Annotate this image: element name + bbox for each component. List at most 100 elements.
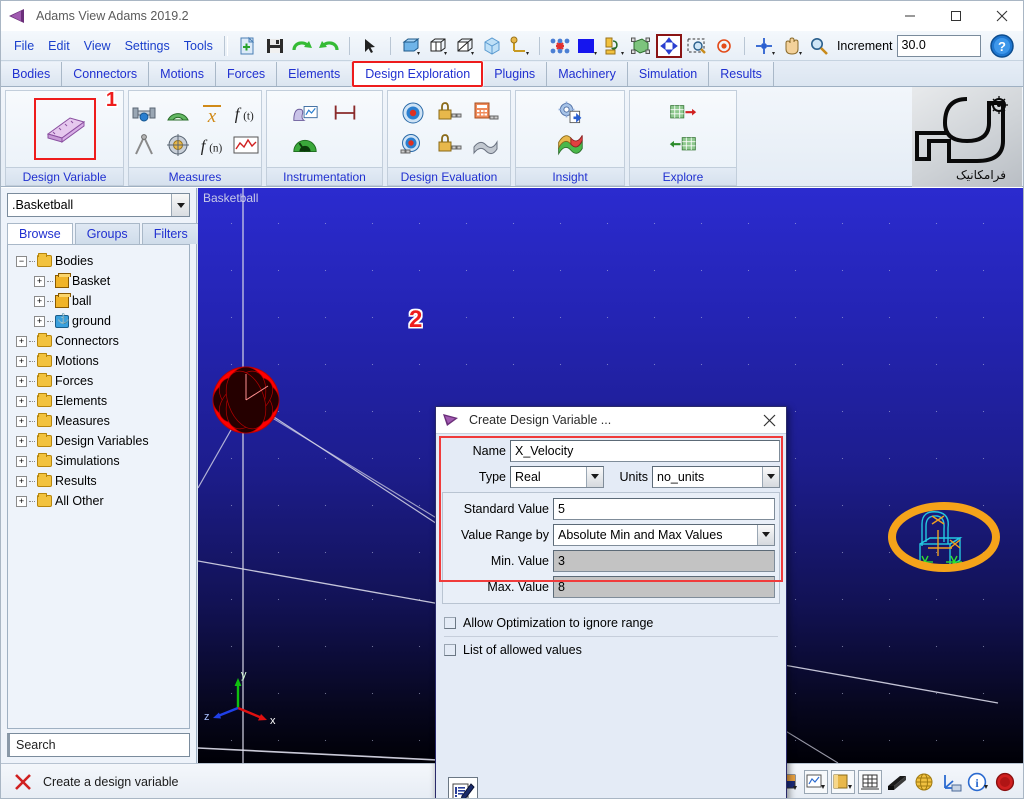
zoom-box-icon[interactable] bbox=[685, 34, 709, 58]
max-value-input[interactable]: 8 bbox=[553, 575, 775, 598]
expand-icon[interactable]: + bbox=[16, 335, 27, 347]
increment-input[interactable]: 30.0 bbox=[896, 34, 981, 57]
tab-elements[interactable]: Elements bbox=[277, 62, 353, 86]
maximize-button[interactable] bbox=[933, 1, 979, 31]
model-tree[interactable]: − Bodies + Basket + ball + gr bbox=[7, 244, 190, 729]
collapse-icon[interactable]: − bbox=[16, 255, 27, 267]
axes-icon[interactable] bbox=[939, 770, 963, 794]
expand-icon[interactable]: + bbox=[16, 375, 27, 387]
design-of-experiments-icon[interactable] bbox=[435, 99, 463, 127]
expand-icon[interactable]: + bbox=[16, 415, 27, 427]
tree-item-forces[interactable]: + Forces bbox=[12, 371, 189, 391]
redo-icon[interactable] bbox=[290, 34, 314, 58]
tree-item-basket[interactable]: + Basket bbox=[12, 271, 189, 291]
tree-item-simulations[interactable]: + Simulations bbox=[12, 451, 189, 471]
standard-value-input[interactable]: 5 bbox=[553, 497, 775, 520]
plot-icon[interactable] bbox=[804, 770, 828, 794]
insight-response-surface-icon[interactable] bbox=[556, 131, 584, 159]
tab-bodies[interactable]: Bodies bbox=[1, 62, 63, 86]
panel-icon[interactable] bbox=[831, 770, 855, 794]
new-file-icon[interactable] bbox=[236, 34, 260, 58]
insight-export-icon[interactable] bbox=[556, 99, 584, 127]
tree-item-all-other[interactable]: + All Other bbox=[12, 491, 189, 511]
tab-connectors[interactable]: Connectors bbox=[62, 62, 150, 86]
chevron-down-icon[interactable] bbox=[171, 194, 189, 216]
undo-icon[interactable] bbox=[317, 34, 341, 58]
list-allowed-values-checkbox[interactable] bbox=[444, 644, 456, 656]
design-lock-icon[interactable] bbox=[435, 131, 463, 159]
menu-item-settings[interactable]: Settings bbox=[118, 36, 177, 56]
measure-span-icon[interactable] bbox=[331, 99, 359, 127]
tab-plugins[interactable]: Plugins bbox=[483, 62, 548, 86]
tab-motions[interactable]: Motions bbox=[149, 62, 216, 86]
menu-item-tools[interactable]: Tools bbox=[177, 36, 220, 56]
minimize-button[interactable] bbox=[887, 1, 933, 31]
design-calculator-icon[interactable] bbox=[471, 99, 499, 127]
tree-item-measures[interactable]: + Measures bbox=[12, 411, 189, 431]
list-allowed-values-row[interactable]: List of allowed values bbox=[436, 643, 786, 657]
view-iso-icon[interactable] bbox=[453, 34, 477, 58]
view-wireframe-icon[interactable] bbox=[426, 34, 450, 58]
expand-icon[interactable]: + bbox=[34, 315, 45, 327]
allow-optimization-row[interactable]: Allow Optimization to ignore range bbox=[436, 610, 786, 630]
gauge-icon[interactable] bbox=[291, 131, 319, 159]
group-select-icon[interactable] bbox=[629, 34, 653, 58]
min-value-input[interactable]: 3 bbox=[553, 549, 775, 572]
close-button[interactable] bbox=[979, 1, 1023, 31]
measure-point-icon[interactable] bbox=[130, 99, 158, 127]
tab-simulation[interactable]: Simulation bbox=[627, 62, 710, 86]
select-arrow-icon[interactable] bbox=[358, 34, 382, 58]
expand-icon[interactable]: + bbox=[16, 495, 27, 507]
tree-item-ground[interactable]: + ground bbox=[12, 311, 189, 331]
expand-icon[interactable]: + bbox=[16, 395, 27, 407]
tree-item-bodies[interactable]: − Bodies bbox=[12, 251, 189, 271]
menu-item-edit[interactable]: Edit bbox=[41, 36, 77, 56]
search-input[interactable]: Search bbox=[7, 733, 190, 757]
units-select[interactable]: no_units bbox=[652, 465, 780, 488]
name-input[interactable]: X_Velocity bbox=[510, 439, 780, 462]
measure-plot-icon[interactable] bbox=[232, 131, 260, 159]
tree-item-connectors[interactable]: + Connectors bbox=[12, 331, 189, 351]
pan-hand-icon[interactable] bbox=[780, 34, 804, 58]
tree-item-motions[interactable]: + Motions bbox=[12, 351, 189, 371]
design-variable-button[interactable] bbox=[33, 98, 96, 160]
grid-table-icon[interactable] bbox=[858, 770, 882, 794]
tab-filters[interactable]: Filters bbox=[141, 223, 200, 244]
design-study-icon[interactable] bbox=[399, 99, 427, 127]
measure-orientation-icon[interactable] bbox=[164, 131, 192, 159]
tab-groups[interactable]: Groups bbox=[74, 223, 140, 244]
measure-function-n-icon[interactable]: f (n) bbox=[198, 131, 226, 159]
info-icon[interactable]: i bbox=[966, 770, 990, 794]
expand-icon[interactable]: + bbox=[34, 295, 45, 307]
measure-function-t-icon[interactable]: f (t) bbox=[232, 99, 260, 127]
menu-item-view[interactable]: View bbox=[77, 36, 118, 56]
tab-forces[interactable]: Forces bbox=[215, 62, 278, 86]
render-shaded-icon[interactable] bbox=[480, 34, 504, 58]
tab-machinery[interactable]: Machinery bbox=[547, 62, 628, 86]
save-icon[interactable] bbox=[263, 34, 287, 58]
tree-item-elements[interactable]: + Elements bbox=[12, 391, 189, 411]
tree-item-results[interactable]: + Results bbox=[12, 471, 189, 491]
design-surface-icon[interactable] bbox=[471, 131, 499, 159]
chevron-down-icon[interactable] bbox=[586, 466, 603, 487]
coordinate-axis-icon[interactable] bbox=[507, 34, 531, 58]
tree-item-ball[interactable]: + ball bbox=[12, 291, 189, 311]
tree-item-design-variables[interactable]: + Design Variables bbox=[12, 431, 189, 451]
wedge-icon[interactable] bbox=[885, 770, 909, 794]
zoom-icon[interactable] bbox=[807, 34, 831, 58]
edit-pencil-icon[interactable] bbox=[448, 777, 478, 798]
type-select[interactable]: Real bbox=[510, 465, 604, 488]
globe-icon[interactable] bbox=[912, 770, 936, 794]
tab-design-exploration[interactable]: Design Exploration bbox=[352, 61, 484, 87]
rotate-view-icon[interactable] bbox=[753, 34, 777, 58]
help-question-icon[interactable]: ? bbox=[989, 33, 1015, 59]
expand-icon[interactable]: + bbox=[16, 455, 27, 467]
object-rotate-icon[interactable] bbox=[602, 34, 626, 58]
tab-browse[interactable]: Browse bbox=[7, 223, 73, 244]
chevron-down-icon[interactable] bbox=[762, 466, 779, 487]
center-icon[interactable] bbox=[712, 34, 736, 58]
explore-import-icon[interactable] bbox=[669, 131, 697, 159]
allow-optimization-checkbox[interactable] bbox=[444, 617, 456, 629]
point-cloud-icon[interactable] bbox=[548, 34, 572, 58]
expand-icon[interactable]: + bbox=[16, 355, 27, 367]
